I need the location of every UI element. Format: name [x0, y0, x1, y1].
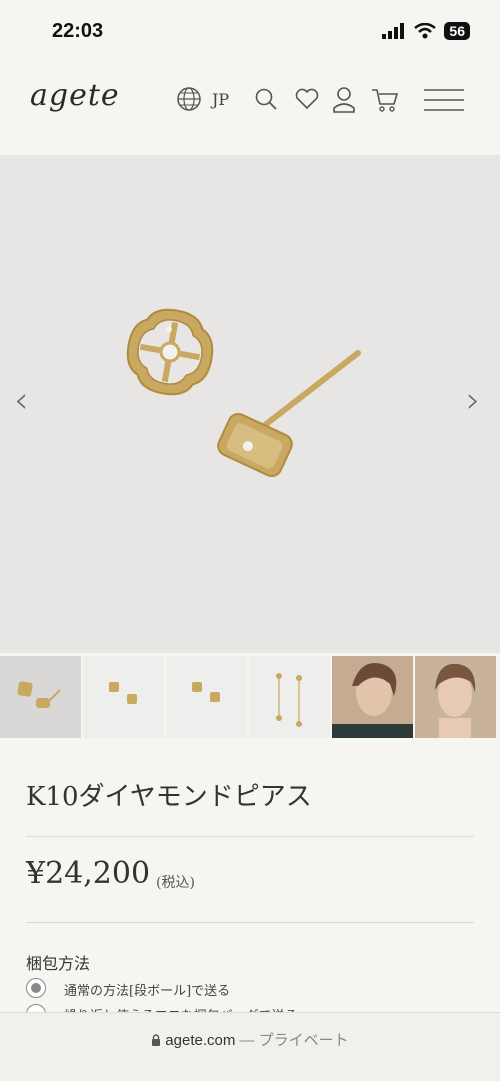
url-domain: agete.com	[165, 1032, 236, 1049]
wrapping-option-radio-standard[interactable]	[26, 978, 46, 998]
radio-selected-dot	[31, 983, 41, 993]
thumbnail-earring-image	[17, 681, 61, 708]
thumbnail-1[interactable]	[0, 656, 81, 738]
search-icon[interactable]	[254, 86, 278, 112]
cart-icon[interactable]	[370, 86, 400, 114]
model-photo-image	[415, 656, 496, 738]
battery-indicator: 56	[444, 22, 470, 40]
site-header: agete JP	[0, 60, 500, 155]
menu-icon[interactable]	[424, 88, 464, 112]
tax-note: (税込)	[156, 875, 195, 891]
product-price: ¥24,200	[26, 856, 151, 891]
earring-product-image	[126, 308, 361, 478]
carousel-prev-icon[interactable]: ‹	[14, 380, 28, 421]
thumbnail-strip	[0, 656, 500, 740]
product-image-carousel[interactable]: ‹ ›	[0, 155, 500, 653]
heart-icon[interactable]	[294, 86, 320, 112]
thumbnail-3[interactable]	[166, 656, 247, 738]
model-photo-image	[332, 656, 413, 738]
thumbnail-earring-image	[276, 673, 302, 727]
status-icons: 56	[382, 22, 470, 40]
private-mode-label: — プライベート	[239, 1032, 349, 1049]
url-display[interactable]: agete.com — プライベート	[0, 1029, 500, 1050]
thumbnail-earring-image	[192, 682, 220, 702]
carousel-next-icon[interactable]: ›	[466, 380, 480, 421]
wifi-icon	[414, 23, 437, 39]
site-logo[interactable]: agete	[30, 78, 120, 113]
wrapping-label: 梱包方法	[26, 954, 91, 973]
globe-icon[interactable]	[176, 86, 202, 112]
status-time: 22:03	[52, 20, 104, 42]
wrapping-option-label-standard[interactable]: 通常の方法[段ボール]で送る	[64, 980, 230, 999]
thumbnail-2[interactable]	[83, 656, 164, 738]
product-title: K10ダイヤモンドピアス	[26, 782, 312, 812]
account-icon[interactable]	[332, 86, 356, 114]
language-selector[interactable]: JP	[212, 90, 229, 109]
cellular-signal-icon	[382, 23, 405, 39]
thumbnail-6[interactable]	[415, 656, 496, 738]
thumbnail-earring-image	[109, 682, 137, 704]
status-bar: 22:03 56	[0, 0, 500, 60]
thumbnail-4[interactable]	[249, 656, 330, 738]
thumbnail-5[interactable]	[332, 656, 413, 738]
browser-url-bar[interactable]: agete.com — プライベート	[0, 1012, 500, 1081]
lock-icon	[152, 1034, 161, 1046]
divider	[26, 836, 474, 837]
divider	[26, 922, 474, 923]
